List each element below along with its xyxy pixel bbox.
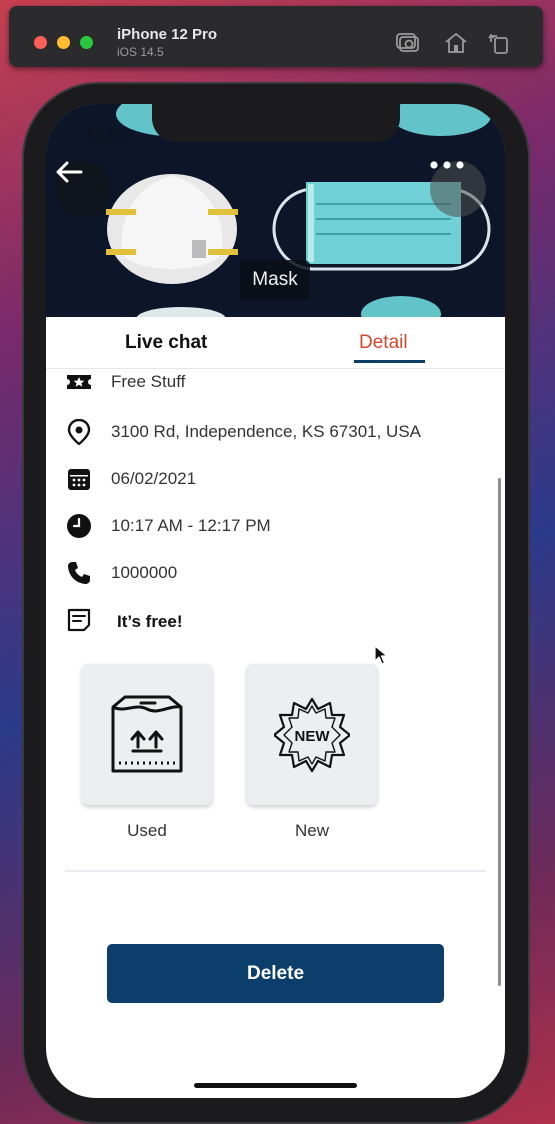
note-icon [67, 608, 91, 632]
phone-notch [152, 104, 400, 142]
detail-row-note: It’s free! [46, 607, 505, 639]
condition-card-used[interactable] [82, 664, 212, 805]
more-options-button[interactable] [430, 161, 486, 217]
simulator-device-name: iPhone 12 Pro [117, 26, 218, 43]
new-badge-icon: NEW [274, 697, 350, 772]
arrow-left-icon [56, 161, 83, 183]
status-time: 10:22 [86, 126, 125, 143]
time-range-text: 10:17 AM - 12:17 PM [111, 516, 271, 535]
back-button[interactable] [55, 161, 111, 217]
detail-row-address: 3100 Rd, Independence, KS 67301, USA [46, 416, 505, 448]
scrollbar[interactable] [498, 478, 501, 986]
detail-row-time: 10:17 AM - 12:17 PM [46, 510, 505, 542]
rotate-icon[interactable] [487, 31, 513, 55]
ticket-icon [67, 375, 91, 389]
zoom-window-button[interactable] [80, 36, 93, 49]
used-box-icon [111, 695, 183, 772]
note-text: It’s free! [117, 612, 183, 631]
simulator-title-bar: iPhone 12 Pro iOS 14.5 [9, 6, 543, 67]
detail-row-date: 06/02/2021 [46, 463, 505, 495]
app-screen: 10:22 Mask Live chat Detail Free Stuff 3… [46, 104, 505, 1098]
date-text: 06/02/2021 [111, 469, 197, 488]
close-window-button[interactable] [34, 36, 47, 49]
simulator-os-version: iOS 14.5 [117, 45, 164, 59]
detail-row-category: Free Stuff [46, 369, 505, 401]
more-dots-icon [430, 161, 464, 169]
address-text: 3100 Rd, Independence, KS 67301, USA [111, 422, 422, 441]
tab-detail[interactable]: Detail [359, 332, 408, 354]
delete-button[interactable]: Delete [107, 944, 444, 1003]
tab-live-chat[interactable]: Live chat [125, 332, 207, 354]
category-text: Free Stuff [111, 372, 186, 391]
condition-card-new[interactable]: NEW [247, 664, 377, 805]
section-divider [65, 870, 486, 872]
phone-icon [68, 562, 90, 584]
calendar-icon [68, 469, 90, 490]
condition-label-used: Used [127, 821, 167, 840]
mouse-cursor-icon [374, 645, 388, 665]
minimize-window-button[interactable] [57, 36, 70, 49]
svg-text:NEW: NEW [295, 728, 331, 745]
home-icon[interactable] [443, 31, 469, 55]
tab-bar: Live chat Detail [46, 317, 505, 369]
home-indicator[interactable] [194, 1083, 357, 1088]
condition-label-new: New [294, 821, 329, 840]
item-title-label: Mask [240, 260, 310, 300]
detail-row-phone: 1000000 [46, 557, 505, 589]
active-tab-indicator [354, 360, 425, 363]
clock-icon [67, 514, 91, 538]
location-pin-icon [67, 419, 91, 445]
phone-text: 1000000 [111, 563, 178, 582]
screenshot-icon[interactable] [396, 31, 422, 55]
